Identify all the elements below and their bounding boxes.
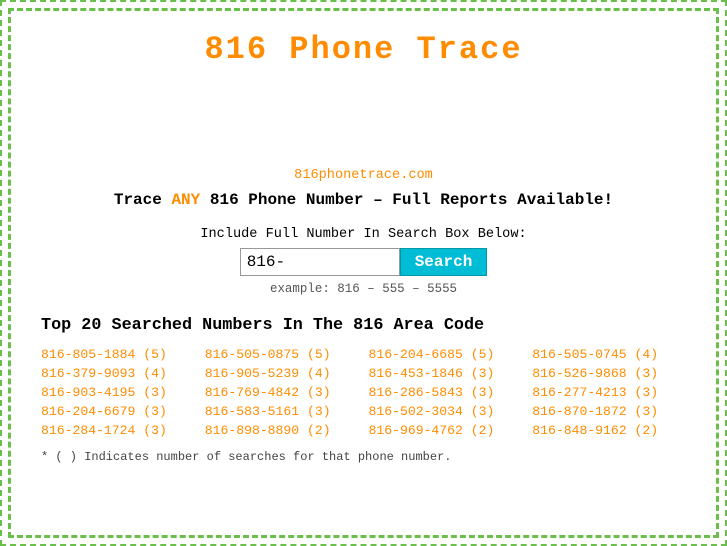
search-example: example: 816 – 555 – 5555 [41, 282, 686, 296]
search-label: Include Full Number In Search Box Below: [41, 227, 686, 242]
phone-link[interactable]: 816-505-0875 (5) [205, 347, 359, 362]
phone-link[interactable]: 816-502-3034 (3) [369, 404, 523, 419]
search-row: Search [41, 248, 686, 276]
phone-link[interactable]: 816-769-4842 (3) [205, 385, 359, 400]
top-numbers-title: Top 20 Searched Numbers In The 816 Area … [41, 316, 686, 335]
phone-link[interactable]: 816-898-8890 (2) [205, 423, 359, 438]
phone-link[interactable]: 816-453-1846 (3) [369, 366, 523, 381]
phone-link[interactable]: 816-277-4213 (3) [532, 385, 686, 400]
phone-link[interactable]: 816-505-0745 (4) [532, 347, 686, 362]
tagline-suffix: 816 Phone Number – Full Reports Availabl… [200, 191, 613, 209]
footnote: * ( ) Indicates number of searches for t… [41, 450, 686, 464]
site-name: 816phonetrace.com [41, 168, 686, 183]
phone-link[interactable]: 816-969-4762 (2) [369, 423, 523, 438]
phone-link[interactable]: 816-286-5843 (3) [369, 385, 523, 400]
phone-link[interactable]: 816-870-1872 (3) [532, 404, 686, 419]
phone-link[interactable]: 816-284-1724 (3) [41, 423, 195, 438]
phone-link[interactable]: 816-204-6685 (5) [369, 347, 523, 362]
search-section: Include Full Number In Search Box Below:… [41, 227, 686, 296]
phone-link[interactable]: 816-526-9868 (3) [532, 366, 686, 381]
page-title: 816 Phone Trace [41, 31, 686, 68]
phone-link[interactable]: 816-848-9162 (2) [532, 423, 686, 438]
numbers-grid: 816-805-1884 (5) 816-505-0875 (5) 816-204-… [41, 347, 686, 438]
search-button[interactable]: Search [400, 248, 488, 276]
phone-link[interactable]: 816-905-5239 (4) [205, 366, 359, 381]
phone-link[interactable]: 816-805-1884 (5) [41, 347, 195, 362]
tagline-prefix: Trace [114, 191, 172, 209]
tagline: Trace ANY 816 Phone Number – Full Report… [41, 191, 686, 209]
phone-link[interactable]: 816-583-5161 (3) [205, 404, 359, 419]
phone-link[interactable]: 816-379-9093 (4) [41, 366, 195, 381]
phone-link[interactable]: 816-204-6679 (3) [41, 404, 195, 419]
phone-link[interactable]: 816-903-4195 (3) [41, 385, 195, 400]
search-input[interactable] [240, 248, 400, 276]
tagline-any: ANY [171, 191, 200, 209]
